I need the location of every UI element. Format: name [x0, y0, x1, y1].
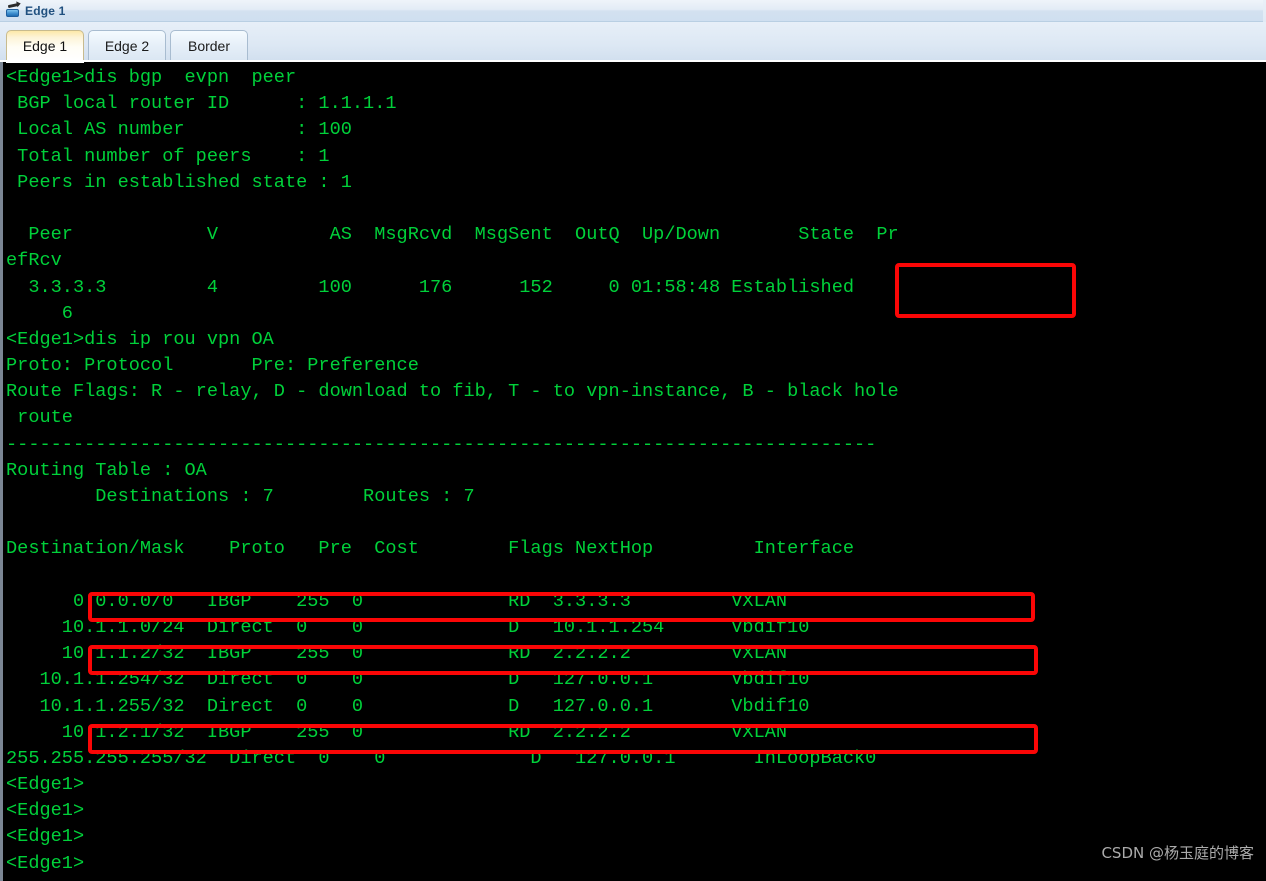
terminal-line: 10.1.1.2/32 IBGP 255 0 RD 2.2.2.2 VXLAN [6, 643, 788, 665]
terminal-line: Proto: Protocol Pre: Preference [6, 355, 419, 377]
tab-edge-2[interactable]: Edge 2 [88, 30, 166, 60]
terminal-line: Destinations : 7 Routes : 7 [6, 486, 475, 507]
tab-border[interactable]: Border [170, 30, 248, 60]
terminal-line: Route Flags: R - relay, D - download to … [6, 381, 899, 403]
terminal-line: Peer V AS MsgRcvd MsgSent OutQ Up/Down S… [6, 224, 899, 246]
terminal-line: 10.1.1.0/24 Direct 0 0 D 10.1.1.254 Vbdi… [6, 616, 810, 638]
terminal-line: 255.255.255.255/32 Direct 0 0 D 127.0.0.… [6, 747, 877, 769]
terminal-line: <Edge1> [6, 800, 85, 822]
terminal-line: Peers in established state : 1 [6, 171, 352, 193]
terminal-line: 10.1.1.255/32 Direct 0 0 D 127.0.0.1 Vbd… [6, 695, 810, 717]
terminal-console[interactable]: <Edge1>dis bgp evpn peer BGP local route… [0, 62, 1266, 881]
tab-edge-2-label: Edge 2 [104, 37, 150, 54]
terminal-line: efRcv [6, 250, 62, 272]
terminal-line: route [6, 407, 73, 429]
device-tabbar: Edge 1 Edge 2 Border [0, 22, 1266, 63]
terminal-line: ----------------------------------------… [6, 433, 877, 455]
terminal-line: <Edge1> [6, 774, 85, 796]
tab-border-label: Border [187, 37, 231, 54]
terminal-line: <Edge1>dis bgp evpn peer [6, 67, 297, 88]
tab-edge-1[interactable]: Edge 1 [6, 30, 84, 63]
watermark: CSDN @杨玉庭的博客 [1101, 844, 1254, 862]
terminal-line: 3.3.3.3 4 100 176 152 0 01:58:48 Establi… [6, 276, 855, 298]
terminal-line: BGP local router ID : 1.1.1.1 [6, 93, 397, 115]
terminal-line: 6 [6, 302, 73, 324]
terminal-output: <Edge1>dis bgp evpn peer BGP local route… [3, 62, 1266, 877]
terminal-line: Local AS number : 100 [6, 119, 352, 141]
tab-edge-1-label: Edge 1 [22, 37, 68, 54]
terminal-line: <Edge1>dis ip rou vpn OA [6, 328, 274, 350]
terminal-line: 10.1.2.1/32 IBGP 255 0 RD 2.2.2.2 VXLAN [6, 721, 788, 743]
terminal-line: Routing Table : OA [6, 459, 207, 481]
terminal-line: Total number of peers : 1 [6, 145, 330, 167]
terminal-line: <Edge1> [6, 826, 85, 848]
window-title: Edge 1 [25, 3, 66, 18]
terminal-line: <Edge1> [6, 852, 85, 874]
terminal-line: 10.1.1.254/32 Direct 0 0 D 127.0.0.1 Vbd… [6, 669, 810, 691]
window-titlebar: Edge 1 [0, 0, 1266, 22]
terminal-line: Destination/Mask Proto Pre Cost Flags Ne… [6, 538, 855, 560]
terminal-line: 0.0.0.0/0 IBGP 255 0 RD 3.3.3.3 VXLAN [6, 590, 788, 612]
emulator-window: Edge 1 Edge 1 Edge 2 Border <Edge1>dis b… [0, 0, 1266, 881]
router-icon [4, 2, 22, 20]
